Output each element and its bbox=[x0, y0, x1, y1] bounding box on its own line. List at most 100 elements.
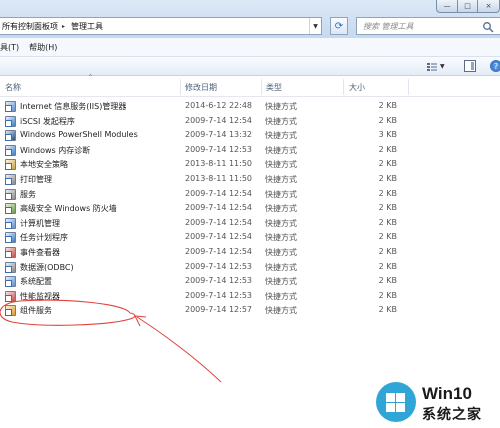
powershell-icon bbox=[5, 130, 16, 142]
search-placeholder: 搜索 管理工具 bbox=[363, 21, 414, 31]
menu-tools[interactable]: 具(T) bbox=[0, 42, 19, 53]
column-size[interactable]: 大小 bbox=[349, 82, 365, 93]
file-size: 2 KB bbox=[378, 115, 397, 125]
window-controls: — □ × bbox=[436, 0, 500, 13]
search-input[interactable]: 搜索 管理工具 bbox=[356, 17, 500, 35]
change-view-button[interactable]: ▼ bbox=[427, 60, 451, 73]
file-size: 2 KB bbox=[378, 159, 397, 169]
security-policy-icon bbox=[5, 159, 16, 171]
file-size: 2 KB bbox=[378, 101, 397, 110]
file-type: 快捷方式 bbox=[265, 233, 297, 243]
file-row[interactable]: 本地安全策略 2013-8-11 11:50 快捷方式 2 KB bbox=[0, 158, 500, 173]
column-divider[interactable] bbox=[180, 79, 181, 95]
computer-management-icon bbox=[5, 217, 16, 229]
file-date: 2014-6-12 22:48 bbox=[185, 101, 252, 110]
column-date-modified[interactable]: 修改日期 bbox=[185, 82, 217, 93]
address-bar[interactable]: 所有控制面板项 ▸ 管理工具 ▼ bbox=[0, 17, 322, 35]
file-date: 2009-7-14 12:53 bbox=[185, 261, 252, 271]
file-row[interactable]: 打印管理 2013-8-11 11:50 快捷方式 2 KB bbox=[0, 173, 500, 188]
file-name: 组件服务 bbox=[20, 306, 52, 316]
breadcrumb-admin-tools[interactable]: 管理工具 bbox=[71, 21, 103, 32]
file-date: 2013-8-11 11:50 bbox=[185, 173, 252, 183]
watermark: Win10 系统之家 bbox=[372, 380, 500, 426]
help-icon[interactable]: ? bbox=[490, 60, 500, 72]
file-name: 打印管理 bbox=[20, 174, 52, 184]
search-icon[interactable] bbox=[482, 21, 494, 33]
column-divider[interactable] bbox=[408, 79, 409, 95]
file-date: 2009-7-14 12:53 bbox=[185, 144, 252, 154]
file-type: 快捷方式 bbox=[265, 131, 297, 141]
event-viewer-icon bbox=[5, 246, 16, 258]
win10-logo-icon bbox=[376, 382, 416, 422]
file-row[interactable]: Windows 内存诊断 2009-7-14 12:53 快捷方式 2 KB bbox=[0, 144, 500, 159]
file-name: 性能监视器 bbox=[20, 291, 60, 301]
file-name: 计算机管理 bbox=[20, 218, 60, 228]
sort-ascending-icon: ^ bbox=[88, 74, 94, 81]
services-icon bbox=[5, 188, 16, 200]
breadcrumb-control-panel[interactable]: 所有控制面板项 bbox=[2, 21, 58, 32]
refresh-icon: ⟳ bbox=[334, 20, 344, 32]
file-type: 快捷方式 bbox=[265, 262, 297, 272]
performance-monitor-icon bbox=[5, 290, 16, 302]
file-row[interactable]: 高级安全 Windows 防火墙 2009-7-14 12:54 快捷方式 2 KB bbox=[0, 202, 500, 217]
column-divider[interactable] bbox=[261, 79, 262, 95]
component-services-icon bbox=[5, 305, 16, 317]
maximize-button[interactable]: □ bbox=[458, 0, 478, 13]
file-date: 2009-7-14 12:57 bbox=[185, 305, 252, 315]
file-row[interactable]: iSCSI 发起程序 2009-7-14 12:54 快捷方式 2 KB bbox=[0, 115, 500, 130]
column-name[interactable]: 名称 bbox=[5, 82, 21, 93]
file-row[interactable]: 数据源(ODBC) 2009-7-14 12:53 快捷方式 2 KB bbox=[0, 261, 500, 276]
file-row[interactable]: 组件服务 2009-7-14 12:57 快捷方式 2 KB bbox=[0, 304, 500, 319]
file-size: 2 KB bbox=[378, 173, 397, 183]
task-scheduler-icon bbox=[5, 232, 16, 244]
file-row[interactable]: Windows PowerShell Modules 2009-7-14 13:3… bbox=[0, 129, 500, 144]
file-size: 2 KB bbox=[378, 188, 397, 198]
file-date: 2009-7-14 12:54 bbox=[185, 217, 252, 227]
file-type: 快捷方式 bbox=[265, 277, 297, 287]
column-divider[interactable] bbox=[343, 79, 344, 95]
file-row[interactable]: 任务计划程序 2009-7-14 12:54 快捷方式 2 KB bbox=[0, 231, 500, 246]
file-size: 2 KB bbox=[378, 203, 397, 213]
file-date: 2009-7-14 12:54 bbox=[185, 188, 252, 198]
firewall-icon bbox=[5, 203, 16, 215]
file-name: 事件查看器 bbox=[20, 247, 60, 257]
file-date: 2009-7-14 12:53 bbox=[185, 276, 252, 286]
file-size: 2 KB bbox=[378, 261, 397, 271]
chevron-down-icon: ▼ bbox=[440, 63, 445, 70]
print-management-icon bbox=[5, 173, 16, 185]
file-date: 2009-7-14 13:32 bbox=[185, 130, 252, 140]
file-name: Windows PowerShell Modules bbox=[20, 130, 138, 140]
iscsi-icon bbox=[5, 115, 16, 127]
iis-icon bbox=[5, 101, 16, 112]
file-size: 2 KB bbox=[378, 232, 397, 242]
file-date: 2009-7-14 12:54 bbox=[185, 246, 252, 256]
file-row[interactable]: 服务 2009-7-14 12:54 快捷方式 2 KB bbox=[0, 188, 500, 203]
file-name: 高级安全 Windows 防火墙 bbox=[20, 204, 117, 214]
column-type[interactable]: 类型 bbox=[266, 82, 282, 93]
file-row[interactable]: 计算机管理 2009-7-14 12:54 快捷方式 2 KB bbox=[0, 217, 500, 232]
column-header-row: ^ 名称 修改日期 类型 大小 bbox=[0, 74, 500, 97]
system-config-icon bbox=[5, 276, 16, 288]
file-size: 2 KB bbox=[378, 217, 397, 227]
file-name: 系统配置 bbox=[20, 277, 52, 287]
address-dropdown-icon[interactable]: ▼ bbox=[309, 18, 321, 34]
file-date: 2009-7-14 12:53 bbox=[185, 290, 252, 300]
file-row[interactable]: Internet 信息服务(IIS)管理器 2014-6-12 22:48 快捷方式… bbox=[0, 100, 500, 115]
menu-help[interactable]: 帮助(H) bbox=[29, 42, 57, 53]
file-date: 2009-7-14 12:54 bbox=[185, 232, 252, 242]
file-type: 快捷方式 bbox=[265, 306, 297, 316]
close-button[interactable]: × bbox=[478, 0, 500, 13]
file-type: 快捷方式 bbox=[265, 102, 297, 111]
memory-diagnostic-icon bbox=[5, 144, 16, 156]
refresh-button[interactable]: ⟳ bbox=[330, 17, 348, 35]
file-row[interactable]: 系统配置 2009-7-14 12:53 快捷方式 2 KB bbox=[0, 275, 500, 290]
file-name: 数据源(ODBC) bbox=[20, 262, 74, 272]
file-row[interactable]: 事件查看器 2009-7-14 12:54 快捷方式 2 KB bbox=[0, 246, 500, 261]
file-type: 快捷方式 bbox=[265, 204, 297, 214]
breadcrumb-separator[interactable]: ▸ bbox=[62, 23, 65, 30]
file-type: 快捷方式 bbox=[265, 174, 297, 184]
preview-pane-icon[interactable] bbox=[464, 60, 476, 72]
minimize-button[interactable]: — bbox=[436, 0, 458, 13]
file-size: 2 KB bbox=[378, 305, 397, 315]
file-row[interactable]: 性能监视器 2009-7-14 12:53 快捷方式 2 KB bbox=[0, 290, 500, 305]
